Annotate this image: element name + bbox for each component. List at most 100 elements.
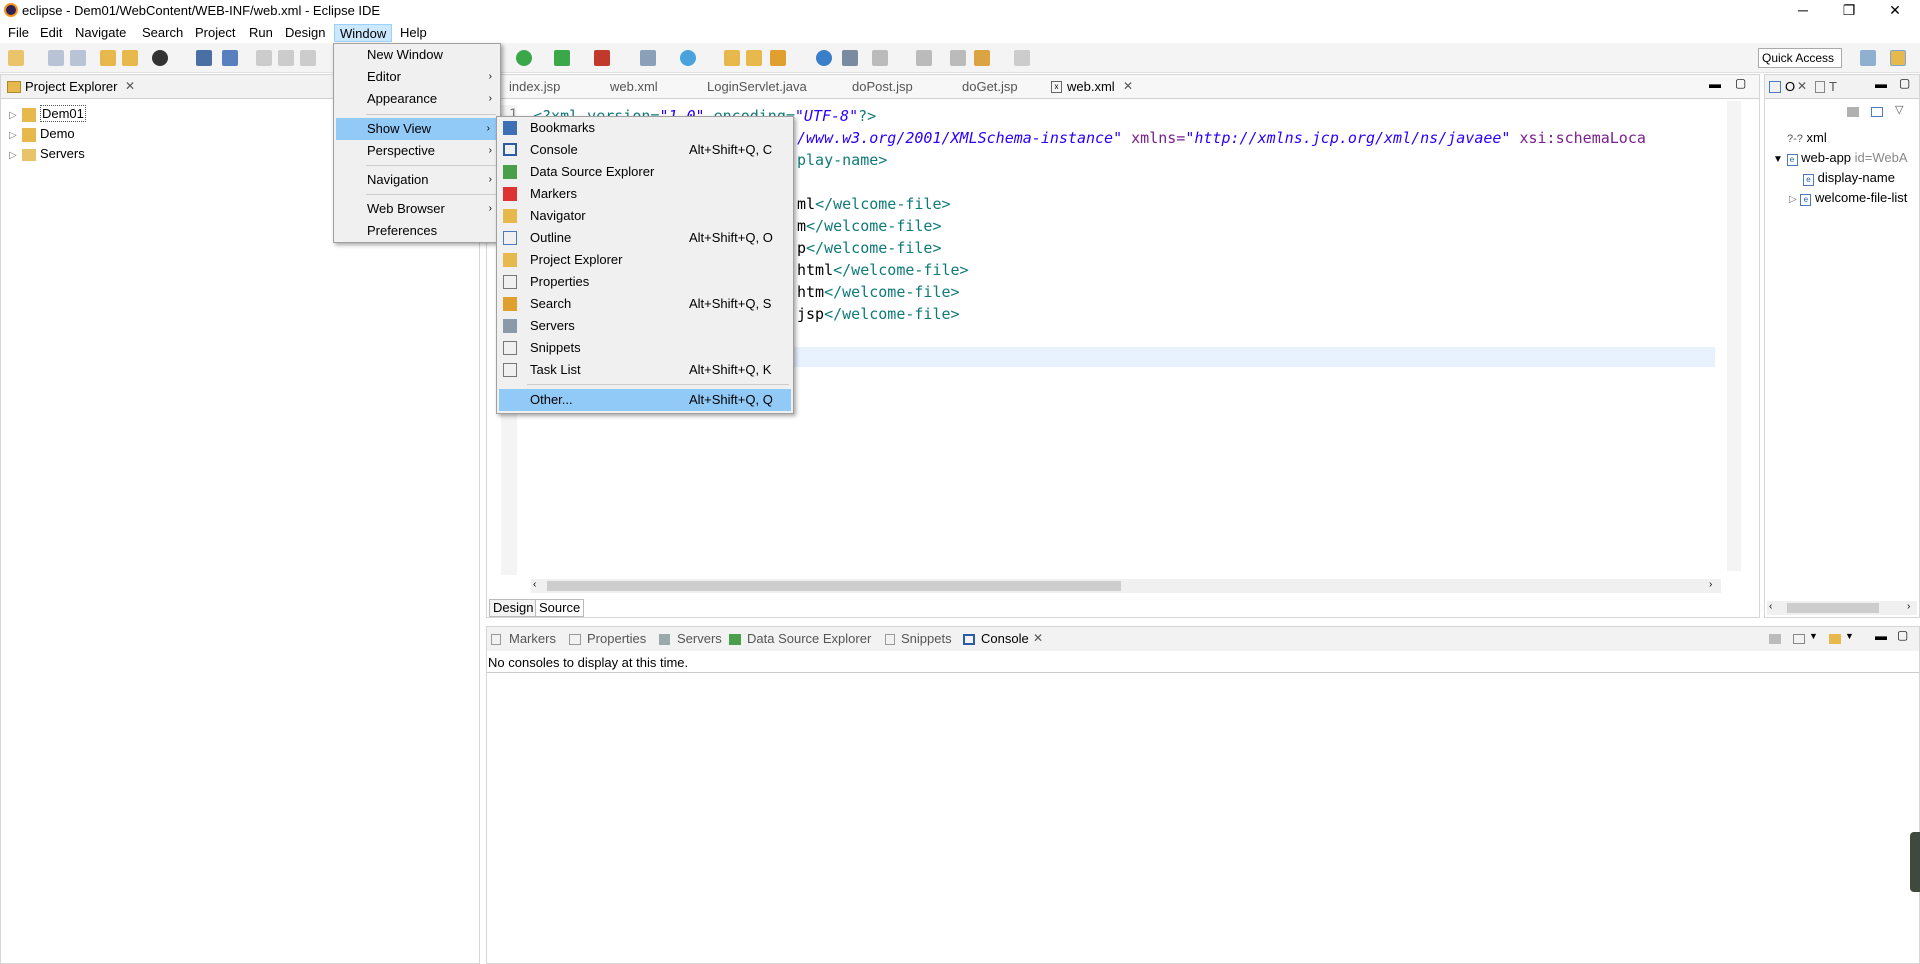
project-explorer-title[interactable]: Project Explorer xyxy=(25,79,117,94)
scroll-thumb[interactable] xyxy=(547,581,1121,591)
outline-item-web-app[interactable]: ▼ e web-app id=WebA xyxy=(1773,149,1908,166)
menu-navigate[interactable]: Navigate xyxy=(70,24,131,42)
editor-minimize-icon[interactable]: ▬ xyxy=(1709,77,1721,91)
external-tools-icon[interactable] xyxy=(594,50,610,66)
menu-item-web-browser[interactable]: Web Browser › xyxy=(334,198,500,220)
menu-file[interactable]: File xyxy=(3,24,34,42)
expand-arrow-icon[interactable]: ▷ xyxy=(9,130,17,141)
last-edit-icon[interactable] xyxy=(950,50,966,66)
scroll-left-icon[interactable]: ‹ xyxy=(533,579,536,590)
outline-item-welcome-file-list[interactable]: ▷ e welcome-file-list xyxy=(1789,189,1907,206)
expand-arrow-icon[interactable]: ▷ xyxy=(1789,194,1797,205)
restore-button[interactable]: ❐ xyxy=(1826,0,1872,22)
editor-tab-web-xml-1[interactable]: web.xml xyxy=(610,79,658,94)
close-outline-icon[interactable]: ✕ xyxy=(1797,79,1807,93)
expand-arrow-icon[interactable]: ▷ xyxy=(9,110,17,121)
outline-maximize-icon[interactable]: ▢ xyxy=(1899,76,1910,90)
save-icon[interactable] xyxy=(48,50,64,66)
bottom-tab-console[interactable]: Console xyxy=(981,631,1029,646)
save-all-icon[interactable] xyxy=(70,50,86,66)
editor-tab-dopost-jsp[interactable]: doPost.jsp xyxy=(852,79,913,94)
sv-item-other[interactable]: Other... Alt+Shift+Q, Q xyxy=(499,389,791,411)
editor-tab-index-jsp[interactable]: index.jsp xyxy=(509,79,560,94)
menu-search[interactable]: Search xyxy=(137,24,188,42)
scroll-thumb[interactable] xyxy=(1787,603,1879,613)
globe-icon[interactable] xyxy=(816,50,832,66)
sv-item-task-list[interactable]: Task List Alt+Shift+Q, K xyxy=(497,359,793,381)
minimize-button[interactable]: ─ xyxy=(1780,0,1826,22)
view-menu-icon[interactable]: ▽ xyxy=(1895,103,1903,116)
menu-item-navigation[interactable]: Navigation › xyxy=(334,169,500,191)
menu-item-show-view[interactable]: Show View › xyxy=(336,118,498,140)
menu-edit[interactable]: Edit xyxy=(35,24,67,42)
bottom-tab-servers[interactable]: Servers xyxy=(677,631,722,646)
menu-item-appearance[interactable]: Appearance › xyxy=(334,88,500,110)
scroll-right-icon[interactable]: › xyxy=(1907,601,1910,612)
menu-design[interactable]: Design xyxy=(280,24,330,42)
menu-window[interactable]: Window xyxy=(334,24,393,42)
editor-maximize-icon[interactable]: ▢ xyxy=(1735,76,1746,90)
sv-item-console[interactable]: Console Alt+Shift+Q, C xyxy=(497,139,793,161)
dropdown-icon[interactable]: ▼ xyxy=(1809,631,1818,641)
sv-item-servers[interactable]: Servers xyxy=(497,315,793,337)
editor-tab-doget-jsp[interactable]: doGet.jsp xyxy=(962,79,1018,94)
pin-console-icon[interactable] xyxy=(1769,634,1781,644)
terminate-icon[interactable] xyxy=(300,50,316,66)
close-console-icon[interactable]: ✕ xyxy=(1033,631,1043,645)
bottom-tab-properties[interactable]: Properties xyxy=(587,631,646,646)
outline-minimize-icon[interactable]: ▬ xyxy=(1875,77,1887,91)
forward-icon[interactable] xyxy=(1014,50,1030,66)
scroll-right-icon[interactable]: › xyxy=(1709,579,1712,590)
collapse-all-icon[interactable] xyxy=(1871,107,1883,117)
menu-item-editor[interactable]: Editor › xyxy=(334,66,500,88)
editor-horizontal-scrollbar[interactable]: ‹ › xyxy=(531,579,1721,593)
open-task-icon[interactable] xyxy=(122,50,138,66)
display-console-icon[interactable] xyxy=(1793,634,1805,644)
sv-item-markers[interactable]: Markers xyxy=(497,183,793,205)
close-window-button[interactable]: ✕ xyxy=(1872,0,1918,22)
editor-vertical-scrollbar[interactable] xyxy=(1727,101,1741,571)
menu-item-preferences[interactable]: Preferences xyxy=(334,220,500,242)
editor-tab-loginservlet-java[interactable]: LoginServlet.java xyxy=(707,79,807,94)
editor-tab-web-xml-active[interactable]: web.xml xyxy=(1067,79,1115,94)
sv-item-navigator[interactable]: Navigator xyxy=(497,205,793,227)
sv-item-search[interactable]: Search Alt+Shift+Q, S xyxy=(497,293,793,315)
open-type-icon[interactable] xyxy=(100,50,116,66)
close-tab-icon[interactable]: ✕ xyxy=(1123,79,1133,93)
collapse-arrow-icon[interactable]: ▼ xyxy=(1773,154,1783,165)
sv-item-bookmarks[interactable]: Bookmarks xyxy=(497,117,793,139)
sv-item-data-source-explorer[interactable]: Data Source Explorer xyxy=(497,161,793,183)
menu-project[interactable]: Project xyxy=(190,24,240,42)
monitor-icon[interactable] xyxy=(196,50,212,66)
open-perspective-icon[interactable] xyxy=(1860,50,1876,66)
open-folder-icon[interactable] xyxy=(724,50,740,66)
menu-item-perspective[interactable]: Perspective › xyxy=(334,140,500,162)
new-icon[interactable] xyxy=(8,50,24,66)
close-project-explorer-icon[interactable]: ✕ xyxy=(125,79,135,93)
suspend-icon[interactable] xyxy=(278,50,294,66)
quick-access-input[interactable]: Quick Access xyxy=(1758,48,1842,68)
sv-item-outline[interactable]: Outline Alt+Shift+Q, O xyxy=(497,227,793,249)
skip-breakpoints-icon[interactable] xyxy=(222,50,238,66)
open-console-icon[interactable] xyxy=(1829,634,1841,644)
resume-icon[interactable] xyxy=(256,50,272,66)
prev-annotation-icon[interactable] xyxy=(916,50,932,66)
new-java-class-icon[interactable] xyxy=(680,50,696,66)
run-server-icon[interactable] xyxy=(554,50,570,66)
search-tool-icon[interactable] xyxy=(770,50,786,66)
menu-run[interactable]: Run xyxy=(244,24,278,42)
task-list-tab[interactable]: T xyxy=(1829,79,1837,94)
run-icon[interactable] xyxy=(516,50,532,66)
sv-item-snippets[interactable]: Snippets xyxy=(497,337,793,359)
sv-item-project-explorer[interactable]: Project Explorer xyxy=(497,249,793,271)
open-file-icon[interactable] xyxy=(746,50,762,66)
profile-icon[interactable] xyxy=(152,50,168,66)
tree-item-dem01[interactable]: ▷ Dem01 xyxy=(9,105,86,122)
console-maximize-icon[interactable]: ▢ xyxy=(1897,628,1908,642)
side-handle[interactable] xyxy=(1910,832,1920,892)
sv-item-properties[interactable]: Properties xyxy=(497,271,793,293)
tree-item-servers[interactable]: ▷ Servers xyxy=(9,145,85,162)
outline-horizontal-scrollbar[interactable]: ‹ › xyxy=(1767,601,1917,615)
bottom-tab-markers[interactable]: Markers xyxy=(509,631,556,646)
menu-item-new-window[interactable]: New Window xyxy=(334,44,500,66)
